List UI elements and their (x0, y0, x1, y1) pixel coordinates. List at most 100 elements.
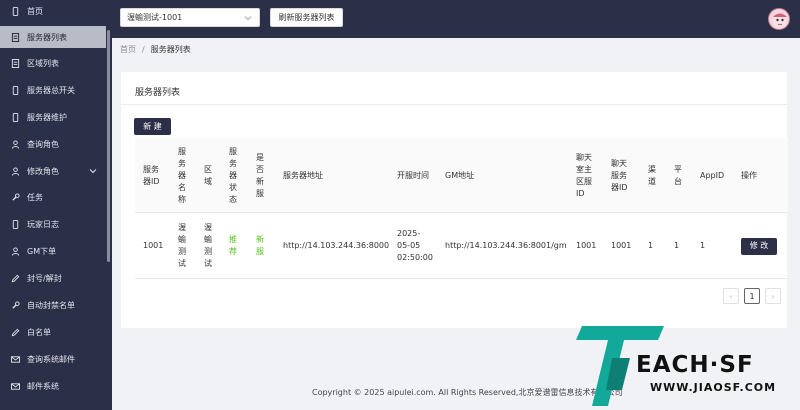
sidebar-item-label: 服务器维护 (27, 112, 67, 122)
header-region: 区域 (204, 164, 212, 186)
sidebar-item-label: 服务器总开关 (27, 85, 75, 95)
sidebar-item-mail-system[interactable]: 邮件系统 (0, 375, 106, 397)
header-server-id: 服务 器ID (143, 164, 160, 186)
sidebar-item-player-log[interactable]: 玩家日志 (0, 213, 106, 235)
cell-chat-main-id: 1001 (576, 241, 597, 250)
card-title: 服务器列表 (135, 88, 181, 98)
wrench-icon (11, 192, 20, 202)
header-action: 操作 (741, 170, 757, 180)
breadcrumb-current: 服务器列表 (150, 45, 191, 54)
sidebar-item-label: 自动封禁名单 (27, 300, 75, 310)
server-list-card: 服务器列表 新 建 服务 器ID 服务器名称 区域 服务器状态 是否新服 服务器地… (121, 72, 788, 328)
sidebar-item-label: 任务 (27, 192, 43, 202)
header-open-time: 开服时间 (397, 170, 429, 180)
user-icon (11, 166, 20, 176)
sidebar-item-gm-order[interactable]: GM下单 (0, 240, 106, 262)
phone-icon (11, 85, 20, 95)
sidebar-item-whitelist[interactable]: 白名单 (0, 321, 106, 343)
sidebar: 首页 服务器列表 区域列表 服务器总开关 服务器维护 查询角色 修改角色 任务 … (0, 0, 112, 410)
cell-gm-address: http://14.103.244.36:8001/gm (445, 241, 567, 250)
refresh-button-label: 刷新服务器列表 (278, 13, 335, 22)
sidebar-item-label: 首页 (27, 6, 43, 16)
document-icon (11, 58, 20, 68)
phone-icon (11, 112, 20, 122)
top-header: 渥蝓测试-1001 刷新服务器列表 (112, 0, 800, 38)
sidebar-item-region-list[interactable]: 区域列表 (0, 52, 106, 74)
page-button-current[interactable]: 1 (744, 288, 760, 304)
sidebar-item-query-system-mail[interactable]: 查询系统邮件 (0, 348, 106, 370)
breadcrumb: 首页 / 服务器列表 (120, 44, 191, 55)
watermark-url: WWW.JIAOSF.COM (650, 381, 777, 394)
sidebar-item-label: 白名单 (27, 327, 51, 337)
cell-server-status: 推荐 (229, 235, 237, 256)
sidebar-item-label: 封号/解封 (27, 273, 62, 283)
sidebar-item-label: 玩家日志 (27, 219, 59, 229)
sidebar-item-task[interactable]: 任务 (0, 186, 106, 208)
server-select[interactable]: 渥蝓测试-1001 (120, 8, 260, 27)
header-gm-address: GM地址 (445, 170, 475, 180)
sidebar-item-label: 查询角色 (27, 139, 59, 149)
sidebar-item-label: 修改角色 (27, 166, 59, 176)
cell-server-name: 渥蝓测试 (178, 223, 186, 268)
refresh-server-list-button[interactable]: 刷新服务器列表 (270, 8, 343, 27)
breadcrumb-separator: / (142, 45, 145, 54)
sidebar-item-label: 服务器列表 (27, 32, 67, 42)
table-row[interactable]: 1001 渥蝓测试 渥蝓测试 推荐 新服 http://14.103.244.3… (135, 213, 788, 279)
sidebar-item-server-maintenance[interactable]: 服务器维护 (0, 106, 106, 128)
watermark-brand: EACH·SF (636, 352, 754, 378)
user-icon (11, 139, 20, 149)
cell-server-id: 1001 (143, 241, 164, 250)
edit-button[interactable]: 修 改 (741, 237, 777, 255)
header-app-id: AppID (700, 170, 725, 180)
cell-chat-server-id: 1001 (611, 241, 632, 250)
cell-action: 修 改 (741, 213, 777, 279)
mail-icon (11, 355, 20, 364)
card-divider (121, 104, 787, 105)
chevron-down-icon (89, 169, 97, 174)
user-icon (11, 246, 20, 256)
document-icon (11, 32, 20, 42)
cell-platform: 1 (674, 241, 680, 250)
header-server-address: 服务器地址 (283, 170, 323, 180)
header-server-name: 服务器名称 (178, 146, 186, 204)
pencil-icon (11, 274, 20, 283)
new-server-button[interactable]: 新 建 (134, 118, 171, 135)
cell-is-new: 新服 (256, 235, 264, 256)
mail-icon (11, 382, 20, 391)
sidebar-item-home[interactable]: 首页 (0, 0, 106, 22)
sidebar-item-auto-ban-list[interactable]: 自动封禁名单 (0, 294, 106, 316)
phone-icon (11, 219, 20, 229)
sidebar-scrollbar[interactable] (107, 30, 110, 262)
header-chat-main-id: 聊天 室主 区服 ID (576, 152, 592, 198)
sidebar-item-edit-role[interactable]: 修改角色 (0, 160, 106, 182)
sidebar-item-ban-unban[interactable]: 封号/解封 (0, 267, 106, 289)
phone-icon (11, 6, 20, 16)
sidebar-item-label: 邮件系统 (27, 381, 59, 391)
sidebar-item-server-switch[interactable]: 服务器总开关 (0, 79, 106, 101)
cell-server-address: http://14.103.244.36:8000 (283, 241, 390, 250)
header-channel: 渠道 (648, 164, 656, 186)
server-table: 服务 器ID 服务器名称 区域 服务器状态 是否新服 服务器地址 开服时间 GM地… (135, 138, 788, 279)
sidebar-item-server-list[interactable]: 服务器列表 (0, 26, 106, 48)
next-page-button[interactable]: › (765, 288, 781, 304)
table-header-row: 服务 器ID 服务器名称 区域 服务器状态 是否新服 服务器地址 开服时间 GM地… (135, 138, 788, 213)
server-select-value: 渥蝓测试-1001 (127, 13, 183, 22)
cell-app-id: 1 (700, 241, 706, 250)
prev-page-button[interactable]: ‹ (723, 288, 739, 304)
header-chat-server-id: 聊天 服务 器ID (611, 158, 628, 192)
sidebar-item-label: 区域列表 (27, 58, 59, 68)
chevron-down-icon (244, 16, 252, 21)
cell-channel: 1 (648, 241, 654, 250)
wrench-icon (11, 300, 20, 310)
sidebar-item-label: 查询系统邮件 (27, 354, 75, 364)
breadcrumb-home[interactable]: 首页 (120, 44, 136, 55)
sidebar-item-query-role[interactable]: 查询角色 (0, 133, 106, 155)
header-is-new: 是否新服 (256, 152, 264, 198)
cell-region: 渥蝓测试 (204, 223, 212, 268)
pencil-icon (11, 328, 20, 337)
avatar[interactable] (768, 8, 790, 30)
pagination: ‹ 1 › (723, 288, 781, 304)
sidebar-item-label: GM下单 (27, 246, 57, 256)
cell-open-time: 2025- 05-05 02:50:00 (397, 229, 433, 262)
header-platform: 平台 (674, 164, 682, 186)
